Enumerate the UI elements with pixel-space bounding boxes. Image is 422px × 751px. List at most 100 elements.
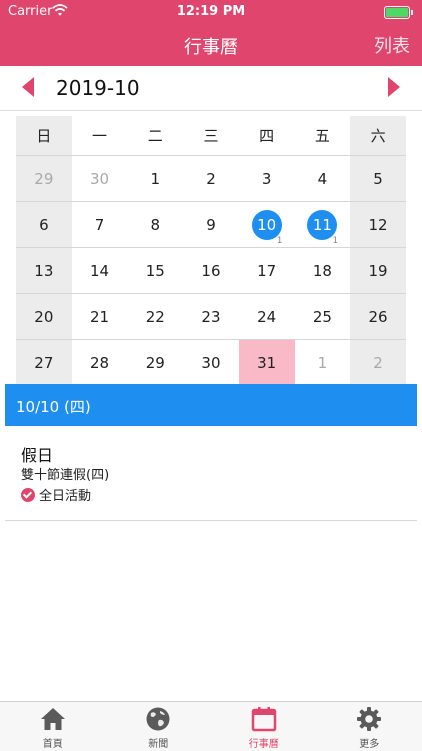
calendar-day[interactable]: 14 — [72, 248, 128, 293]
next-month-button[interactable] — [388, 77, 400, 97]
day-number: 5 — [373, 170, 383, 188]
tab-bar: 首頁 新聞 行事曆 更多 — [0, 701, 422, 751]
calendar-day[interactable]: 30 — [183, 340, 239, 385]
tab-more-label: 更多 — [317, 735, 422, 750]
calendar-day[interactable]: 1 — [295, 340, 351, 385]
day-number: 20 — [34, 308, 53, 326]
tab-news[interactable]: 新聞 — [106, 702, 212, 751]
event-count: 1 — [332, 236, 338, 246]
calendar-day-with-event[interactable]: 111 — [295, 202, 351, 247]
month-label: 2019-10 — [56, 76, 140, 100]
calendar-day-with-event[interactable]: 101 — [239, 202, 295, 247]
calendar-day[interactable]: 30 — [72, 156, 128, 201]
day-number: 28 — [90, 354, 109, 372]
calendar-day[interactable]: 6 — [16, 202, 72, 247]
day-number: 13 — [34, 262, 53, 280]
day-number: 12 — [369, 216, 388, 234]
tab-home[interactable]: 首頁 — [0, 702, 106, 751]
calendar-day[interactable]: 20 — [16, 294, 72, 339]
calendar-day[interactable]: 7 — [72, 202, 128, 247]
day-number: 26 — [369, 308, 388, 326]
calendar-day[interactable]: 15 — [127, 248, 183, 293]
home-icon — [40, 706, 66, 732]
day-number: 19 — [369, 262, 388, 280]
weekday-label: 六 — [350, 116, 406, 155]
calendar-day[interactable]: 19 — [350, 248, 406, 293]
all-day-label: 全日活動 — [39, 485, 91, 504]
calendar-day[interactable]: 29 — [127, 340, 183, 385]
calendar-day[interactable]: 25 — [295, 294, 351, 339]
day-number: 6 — [39, 216, 49, 234]
day-number: 31 — [257, 354, 276, 372]
day-number: 25 — [313, 308, 332, 326]
calendar-day[interactable]: 26 — [350, 294, 406, 339]
day-number: 2 — [373, 354, 383, 372]
calendar-day[interactable]: 12 — [350, 202, 406, 247]
weekday-label: 二 — [127, 116, 183, 155]
weekday-label: 五 — [295, 116, 351, 155]
calendar-day[interactable]: 5 — [350, 156, 406, 201]
calendar-day[interactable]: 1 — [127, 156, 183, 201]
status-bar: Carrier 12:19 PM — [0, 0, 422, 24]
event-subtitle: 雙十節連假(四) — [21, 464, 109, 483]
day-number: 3 — [262, 170, 272, 188]
calendar-day[interactable]: 8 — [127, 202, 183, 247]
day-number: 4 — [318, 170, 328, 188]
tab-news-label: 新聞 — [106, 735, 212, 750]
calendar-day[interactable]: 9 — [183, 202, 239, 247]
day-number: 1 — [150, 170, 160, 188]
calendar-icon — [251, 706, 277, 732]
day-number: 30 — [90, 170, 109, 188]
page-title: 行事曆 — [0, 33, 422, 59]
status-time: 12:19 PM — [0, 4, 422, 19]
calendar-day-today[interactable]: 31 — [239, 340, 295, 385]
day-number: 18 — [313, 262, 332, 280]
day-number: 29 — [34, 170, 53, 188]
day-number: 29 — [146, 354, 165, 372]
calendar-day[interactable]: 13 — [16, 248, 72, 293]
day-number: 16 — [201, 262, 220, 280]
day-number-selected: 11 — [307, 210, 337, 240]
calendar-week-row: 27 28 29 30 31 1 2 — [16, 339, 406, 385]
gear-icon — [356, 706, 382, 732]
calendar-day[interactable]: 24 — [239, 294, 295, 339]
calendar-day[interactable]: 4 — [295, 156, 351, 201]
calendar-week-row: 13 14 15 16 17 18 19 — [16, 247, 406, 293]
calendar-day[interactable]: 17 — [239, 248, 295, 293]
calendar-day[interactable]: 27 — [16, 340, 72, 385]
calendar-day[interactable]: 16 — [183, 248, 239, 293]
day-number: 24 — [257, 308, 276, 326]
calendar-day[interactable]: 2 — [183, 156, 239, 201]
calendar-day[interactable]: 2 — [350, 340, 406, 385]
day-number: 2 — [206, 170, 216, 188]
weekday-label: 日 — [16, 116, 72, 155]
weekday-label: 四 — [239, 116, 295, 155]
list-view-button[interactable]: 列表 — [374, 32, 410, 58]
calendar-day[interactable]: 18 — [295, 248, 351, 293]
tab-calendar-label: 行事曆 — [211, 735, 317, 750]
check-circle-icon — [21, 488, 35, 502]
selected-date-bar: 10/10 (四) — [5, 384, 417, 426]
calendar-day[interactable]: 21 — [72, 294, 128, 339]
tab-calendar[interactable]: 行事曆 — [211, 702, 317, 751]
calendar-day[interactable]: 23 — [183, 294, 239, 339]
day-number: 9 — [206, 216, 216, 234]
day-number: 22 — [146, 308, 165, 326]
calendar-week-row: 678910111112 — [16, 201, 406, 247]
globe-icon — [145, 706, 171, 732]
calendar-day[interactable]: 3 — [239, 156, 295, 201]
day-number: 14 — [90, 262, 109, 280]
day-number: 17 — [257, 262, 276, 280]
calendar-day[interactable]: 28 — [72, 340, 128, 385]
top-bar: Carrier 12:19 PM 行事曆 列表 — [0, 0, 422, 66]
weekday-label: 三 — [183, 116, 239, 155]
previous-month-button[interactable] — [22, 77, 34, 97]
event-item[interactable]: 假日 雙十節連假(四) 全日活動 — [5, 426, 417, 521]
calendar-grid: 日一二三四五六 29301234567891011111213141516171… — [16, 116, 406, 385]
all-day-flag: 全日活動 — [21, 485, 91, 504]
calendar-day[interactable]: 22 — [127, 294, 183, 339]
calendar-day[interactable]: 29 — [16, 156, 72, 201]
tab-more[interactable]: 更多 — [317, 702, 422, 751]
event-title: 假日 — [21, 442, 53, 466]
day-number: 23 — [201, 308, 220, 326]
